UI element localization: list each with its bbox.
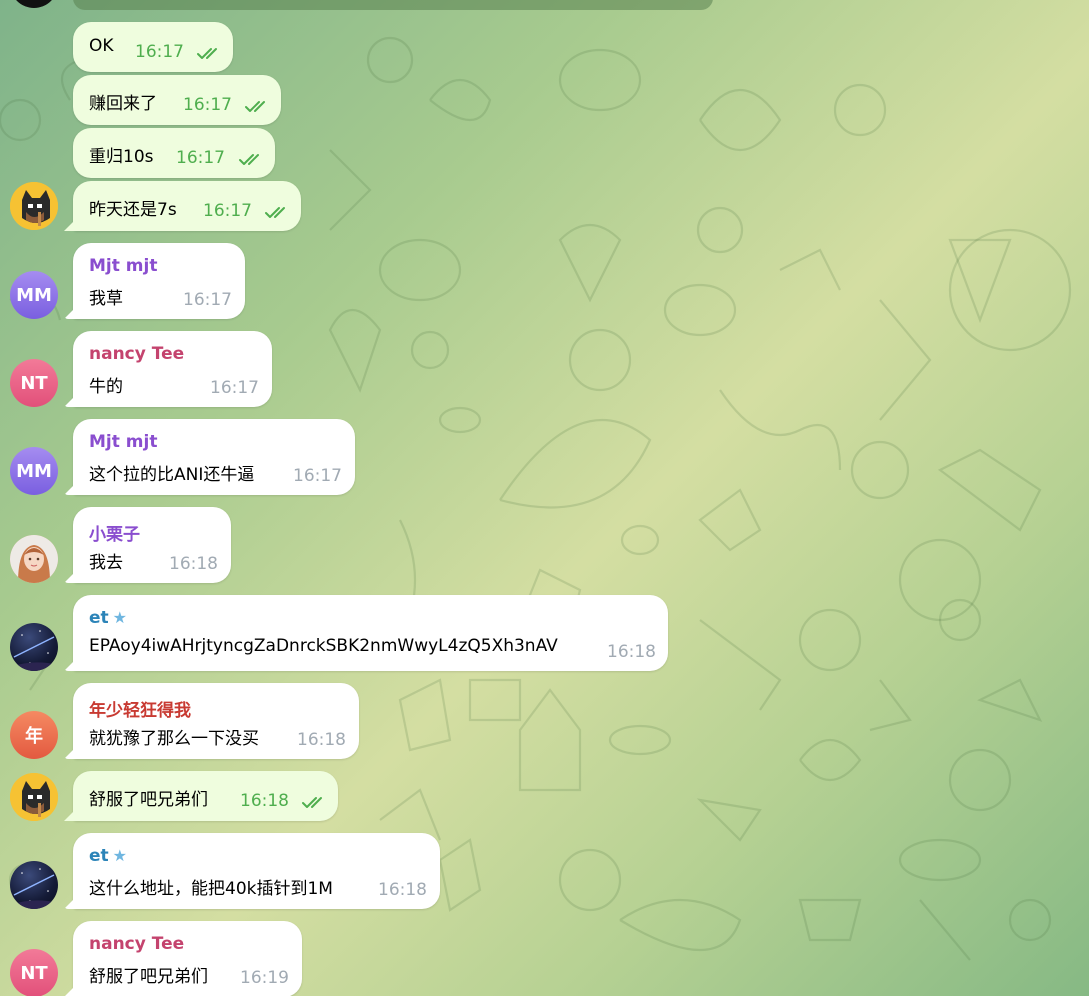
chat-background: OK 16:17 赚回来了 16:17 重归10s 16:17 昨天还是7s 1… xyxy=(0,0,1089,996)
message-text: 牛的 xyxy=(89,377,123,397)
space-avatar-icon xyxy=(10,868,58,909)
message-text: 舒服了吧兄弟们 xyxy=(89,967,208,987)
avatar[interactable] xyxy=(10,773,58,821)
message-bubble xyxy=(73,0,713,10)
incoming-message[interactable]: 小栗子 我去 16:18 xyxy=(73,507,231,583)
message-text: OK xyxy=(89,36,114,56)
cat-avatar-icon xyxy=(10,773,58,821)
sender-name[interactable]: Mjt mjt xyxy=(89,432,157,452)
message-time: 16:17 xyxy=(210,378,259,398)
avatar[interactable]: NT xyxy=(10,359,58,407)
message-text: 舒服了吧兄弟们 xyxy=(89,790,208,810)
message-time: 16:17 xyxy=(203,201,252,221)
message-text: 重归10s xyxy=(89,147,154,167)
sender-name[interactable]: Mjt mjt xyxy=(89,256,157,276)
message-time: 16:18 xyxy=(240,791,289,811)
outgoing-message[interactable]: OK 16:17 xyxy=(73,22,233,72)
message-text: 昨天还是7s xyxy=(89,200,177,220)
avatar[interactable]: MM xyxy=(10,271,58,319)
message-text: 赚回来了 xyxy=(89,94,157,114)
message-text: 我草 xyxy=(89,289,123,309)
girl-avatar-icon xyxy=(10,535,58,583)
message-time: 16:18 xyxy=(607,642,656,662)
sender-name[interactable]: nancy Tee xyxy=(89,344,184,364)
message-text: 就犹豫了那么一下没买 xyxy=(89,729,259,749)
star-icon: ★ xyxy=(112,608,127,627)
outgoing-message[interactable]: 舒服了吧兄弟们 16:18 xyxy=(73,771,338,821)
avatar[interactable]: NT xyxy=(10,949,58,996)
avatar-initials: NT xyxy=(20,372,48,394)
message-time: 16:17 xyxy=(183,95,232,115)
message-time: 16:17 xyxy=(183,290,232,310)
message-time: 16:17 xyxy=(135,42,184,62)
message-text: EPAoy4iwAHrjtyncgZaDnrckSBK2nmWwyL4zQ5Xh… xyxy=(89,636,558,656)
space-avatar-icon xyxy=(10,630,58,671)
outgoing-message[interactable]: 赚回来了 16:17 xyxy=(73,75,281,125)
sender-header: et ★ xyxy=(89,608,127,628)
message-text: 这个拉的比ANI还牛逼 xyxy=(89,465,255,485)
outgoing-message[interactable]: 昨天还是7s 16:17 xyxy=(73,181,301,231)
avatar-initials: MM xyxy=(16,284,52,306)
star-icon: ★ xyxy=(112,846,127,865)
message-time: 16:19 xyxy=(240,968,289,988)
incoming-message[interactable]: Mjt mjt 我草 16:17 xyxy=(73,243,245,319)
double-check-icon xyxy=(239,154,259,165)
avatar[interactable] xyxy=(10,182,58,230)
message-time: 16:18 xyxy=(169,554,218,574)
incoming-message[interactable]: nancy Tee 牛的 16:17 xyxy=(73,331,272,407)
sender-name[interactable]: 年少轻狂得我 xyxy=(89,696,191,721)
avatar-initials: 年 xyxy=(25,726,43,747)
sender-name[interactable]: et xyxy=(89,608,109,628)
incoming-message[interactable]: et ★ EPAoy4iwAHrjtyncgZaDnrckSBK2nmWwyL4z… xyxy=(73,595,668,671)
message-text: 这什么地址，能把40k插针到1M xyxy=(89,879,333,899)
sender-name[interactable]: 小栗子 xyxy=(89,520,140,545)
double-check-icon xyxy=(302,797,322,808)
avatar[interactable] xyxy=(10,861,58,909)
double-check-icon xyxy=(197,48,217,59)
avatar[interactable] xyxy=(10,0,58,8)
avatar-initials: NT xyxy=(20,962,48,984)
double-check-icon xyxy=(265,207,285,218)
sender-header: et ★ xyxy=(89,846,127,866)
incoming-message[interactable]: nancy Tee 舒服了吧兄弟们 16:19 xyxy=(73,921,302,996)
message-time: 16:17 xyxy=(293,466,342,486)
incoming-message[interactable]: et ★ 这什么地址，能把40k插针到1M 16:18 xyxy=(73,833,440,909)
message-time: 16:18 xyxy=(378,880,427,900)
cat-avatar-icon xyxy=(10,182,58,230)
avatar-initials: MM xyxy=(16,460,52,482)
incoming-message[interactable]: Mjt mjt 这个拉的比ANI还牛逼 16:17 xyxy=(73,419,355,495)
message-time: 16:17 xyxy=(176,148,225,168)
outgoing-message[interactable]: 重归10s 16:17 xyxy=(73,128,275,178)
avatar[interactable] xyxy=(10,623,58,671)
double-check-icon xyxy=(245,101,265,112)
sender-name[interactable]: nancy Tee xyxy=(89,934,184,954)
avatar[interactable] xyxy=(10,535,58,583)
avatar[interactable]: 年 xyxy=(10,711,58,759)
incoming-message[interactable]: 年少轻狂得我 就犹豫了那么一下没买 16:18 xyxy=(73,683,359,759)
avatar[interactable]: MM xyxy=(10,447,58,495)
message-time: 16:18 xyxy=(297,730,346,750)
sender-name[interactable]: et xyxy=(89,846,109,866)
message-text: 我去 xyxy=(89,553,123,573)
